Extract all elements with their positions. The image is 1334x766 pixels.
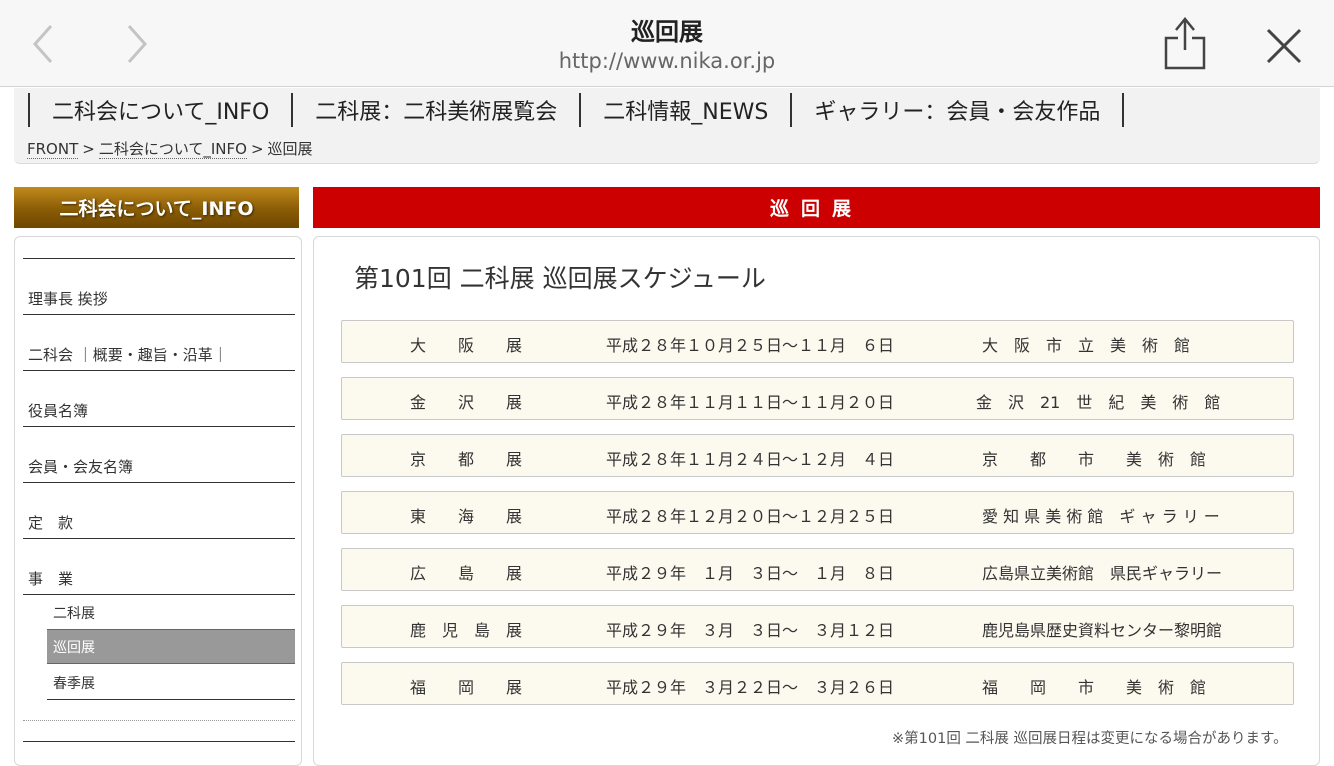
sidebar-menu: 理事長 挨拶 二科会 ｜概要・趣旨・沿革｜ 役員名簿 会員・会友名簿 定 款 事…	[14, 236, 302, 766]
sidebar-item-business[interactable]: 事 業	[28, 568, 73, 589]
sidebar-item-articles[interactable]: 定 款	[28, 512, 73, 533]
content-title-bar: 巡回展	[313, 187, 1320, 228]
exhibition-venue: 京 都 市 美 術 館	[982, 450, 1207, 469]
divider	[47, 699, 295, 700]
exhibition-venue: 愛 知 県 美 術 館 ギ ャ ラ リ ー	[982, 507, 1220, 526]
exhibition-dates: 平成２８年１２月２０日～１２月２５日	[606, 507, 895, 526]
exhibition-dates: 平成２８年１０月２５日～１１月 ６日	[606, 336, 895, 355]
exhibition-venue: 金 沢 21 世 紀 美 術 館	[976, 393, 1221, 412]
nav-item-exhibition[interactable]: 二科展：二科美術展覧会	[293, 94, 579, 126]
sidebar-subitem-spring[interactable]: 春季展	[47, 665, 295, 700]
schedule-row: 広 島 展 平成２９年 １月 ３日～ １月 ８日 広島県立美術館 県民ギャラリー	[341, 548, 1294, 591]
nav-item-news[interactable]: 二科情報_NEWS	[581, 94, 790, 126]
schedule-row: 鹿 児 島 展 平成２９年 ３月 ３日～ ３月１２日 鹿児島県歴史資料センター黎…	[341, 605, 1294, 648]
share-icon[interactable]	[1162, 14, 1208, 72]
exhibition-name: 金 沢 展	[410, 393, 523, 412]
exhibition-dates: 平成２９年 １月 ３日～ １月 ８日	[606, 564, 895, 583]
exhibition-venue: 大 阪 市 立 美 術 館	[982, 336, 1191, 355]
close-icon[interactable]	[1262, 24, 1306, 68]
schedule-note: ※第101回 二科展 巡回展日程は変更になる場合があります。	[892, 731, 1288, 747]
nav-item-info[interactable]: 二科会について_INFO	[30, 94, 291, 126]
exhibition-dates: 平成２９年 ３月２２日～ ３月２６日	[606, 678, 895, 697]
divider	[23, 720, 295, 721]
global-nav: 二科会について_INFO 二科展：二科美術展覧会 二科情報_NEWS ギャラリー…	[28, 92, 1125, 128]
divider	[23, 538, 295, 539]
nav-item-gallery[interactable]: ギャラリー：会員・会友作品	[792, 94, 1122, 126]
site-header: 二科会について_INFO 二科展：二科美術展覧会 二科情報_NEWS ギャラリー…	[14, 88, 1320, 164]
exhibition-venue: 福 岡 市 美 術 館	[982, 678, 1207, 697]
exhibition-name: 大 阪 展	[410, 336, 523, 355]
schedule-row: 東 海 展 平成２８年１２月２０日～１２月２５日 愛 知 県 美 術 館 ギ ャ…	[341, 491, 1294, 534]
divider	[23, 426, 295, 427]
schedule-heading: 第101回 二科展 巡回展スケジュール	[354, 264, 766, 293]
breadcrumb-front-link[interactable]: FRONT	[27, 140, 79, 159]
breadcrumb-current: 巡回展	[267, 140, 313, 158]
browser-toolbar: 巡回展 http://www.nika.or.jp	[0, 0, 1334, 87]
exhibition-dates: 平成２８年１１月２４日～１２月 ４日	[606, 450, 895, 469]
breadcrumb-info-link[interactable]: 二科会について_INFO	[98, 140, 247, 159]
divider	[23, 741, 295, 742]
exhibition-dates: 平成２９年 ３月 ３日～ ３月１２日	[606, 621, 895, 640]
exhibition-name: 京 都 展	[410, 450, 523, 469]
sidebar-subitem-nikaten[interactable]: 二科展	[47, 595, 295, 630]
browser-url[interactable]: http://www.nika.or.jp	[0, 49, 1334, 73]
schedule-row: 福 岡 展 平成２９年 ３月２２日～ ３月２６日 福 岡 市 美 術 館	[341, 662, 1294, 705]
divider	[23, 370, 295, 371]
exhibition-venue: 鹿児島県歴史資料センター黎明館	[982, 621, 1223, 640]
exhibition-name: 広 島 展	[410, 564, 523, 583]
content-panel: 第101回 二科展 巡回展スケジュール 大 阪 展 平成２８年１０月２５日～１１…	[313, 236, 1320, 766]
sidebar-item-officers[interactable]: 役員名簿	[28, 400, 88, 421]
divider	[23, 258, 295, 259]
browser-page-title: 巡回展	[631, 18, 703, 46]
divider	[23, 314, 295, 315]
sidebar-item-overview[interactable]: 二科会 ｜概要・趣旨・沿革｜	[28, 344, 228, 365]
sidebar-title: 二科会について_INFO	[14, 187, 299, 228]
exhibition-venue: 広島県立美術館 県民ギャラリー	[982, 564, 1223, 583]
divider	[23, 482, 295, 483]
breadcrumb-separator: >	[82, 140, 95, 158]
breadcrumb: FRONT > 二科会について_INFO > 巡回展	[27, 138, 313, 159]
breadcrumb-separator: >	[250, 140, 264, 158]
sidebar-item-greeting[interactable]: 理事長 挨拶	[28, 288, 108, 309]
sidebar-subitem-touring-active[interactable]: 巡回展	[47, 629, 295, 664]
nav-divider	[1122, 93, 1125, 127]
schedule-row: 京 都 展 平成２８年１１月２４日～１２月 ４日 京 都 市 美 術 館	[341, 434, 1294, 477]
schedule-row: 金 沢 展 平成２８年１１月１１日～１１月２０日 金 沢 21 世 紀 美 術 …	[341, 377, 1294, 420]
exhibition-name: 東 海 展	[410, 507, 523, 526]
exhibition-dates: 平成２８年１１月１１日～１１月２０日	[606, 393, 895, 412]
exhibition-name: 福 岡 展	[410, 678, 523, 697]
sidebar-item-members[interactable]: 会員・会友名簿	[28, 456, 133, 477]
schedule-row: 大 阪 展 平成２８年１０月２５日～１１月 ６日 大 阪 市 立 美 術 館	[341, 320, 1294, 363]
exhibition-name: 鹿 児 島 展	[410, 621, 523, 640]
